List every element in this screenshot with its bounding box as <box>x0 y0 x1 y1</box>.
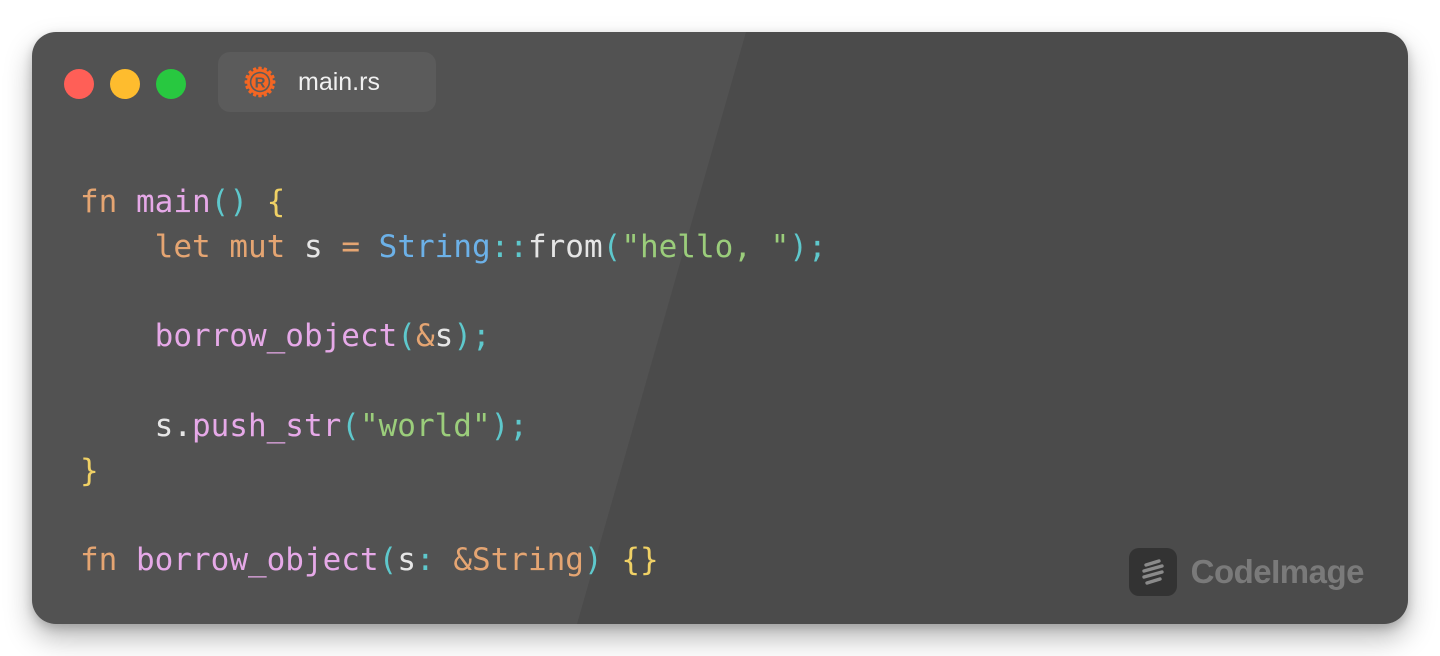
code-token-kw: fn <box>80 184 118 220</box>
code-token-punc: ) <box>583 542 603 579</box>
code-line: fn main() { <box>80 180 827 225</box>
svg-text:R: R <box>255 75 266 92</box>
code-token-brace: {} <box>621 542 659 579</box>
code-token-punc: ); <box>789 228 827 265</box>
code-token-punc: () <box>210 184 248 220</box>
tab-main-rs[interactable]: R main.rs <box>218 52 436 112</box>
watermark-label: CodeImage <box>1190 553 1365 590</box>
code-token-punc: ); <box>490 407 528 444</box>
code-token-punc: ( <box>602 228 622 265</box>
maximize-window-button[interactable] <box>156 69 186 99</box>
code-line: let mut s = String::from("hello, "); <box>80 225 827 270</box>
code-editor: fn main() { let mut s = String::from("he… <box>80 180 827 583</box>
code-token-kw: let <box>154 228 211 265</box>
code-token-punc: :: <box>490 228 528 265</box>
code-token-plain: s <box>285 228 342 265</box>
code-token-punc: ); <box>453 318 491 355</box>
code-token-plain: s <box>434 318 454 355</box>
tab-filename-label: main.rs <box>298 68 380 96</box>
code-token-punc: ( <box>378 542 398 579</box>
code-token-punc: ( <box>397 318 416 355</box>
code-token-type: String <box>378 228 491 265</box>
close-window-button[interactable] <box>64 69 94 99</box>
code-line: } <box>80 449 827 494</box>
codeimage-watermark: CodeImage <box>1128 548 1365 596</box>
code-token-plain: s <box>397 542 416 579</box>
code-token-kw: &String <box>453 542 584 579</box>
code-line: borrow_object(&s); <box>80 314 827 359</box>
rust-icon: R <box>244 66 276 98</box>
code-token-brace: { <box>266 184 286 220</box>
minimize-window-button[interactable] <box>110 69 140 99</box>
code-line: fn borrow_object(s: &String) {} <box>80 538 827 583</box>
code-token-punc: : <box>415 542 454 579</box>
code-token-fn: push_str <box>191 407 342 444</box>
code-token-op: & <box>415 318 435 355</box>
code-line: s.push_str("world"); <box>80 404 827 449</box>
code-token-fn: borrow_object <box>154 318 398 355</box>
window-titlebar: R main.rs <box>32 32 1408 142</box>
codeimage-logo-icon <box>1128 548 1177 596</box>
code-token-punc: ( <box>341 407 360 444</box>
code-token-op: = <box>341 228 360 265</box>
code-token-fn: main <box>136 184 211 220</box>
code-token-fn: borrow_object <box>136 542 379 579</box>
code-token-str: "hello, " <box>621 228 790 265</box>
code-token-kw: mut <box>229 228 286 265</box>
code-window: R main.rs fn main() { let mut s = String… <box>32 32 1408 624</box>
code-token-kw: fn <box>80 542 118 579</box>
code-token-str: "world" <box>359 407 491 444</box>
code-token-brace: } <box>80 452 99 489</box>
code-token-plain: s. <box>80 407 192 444</box>
code-token-plain: from <box>527 228 603 265</box>
